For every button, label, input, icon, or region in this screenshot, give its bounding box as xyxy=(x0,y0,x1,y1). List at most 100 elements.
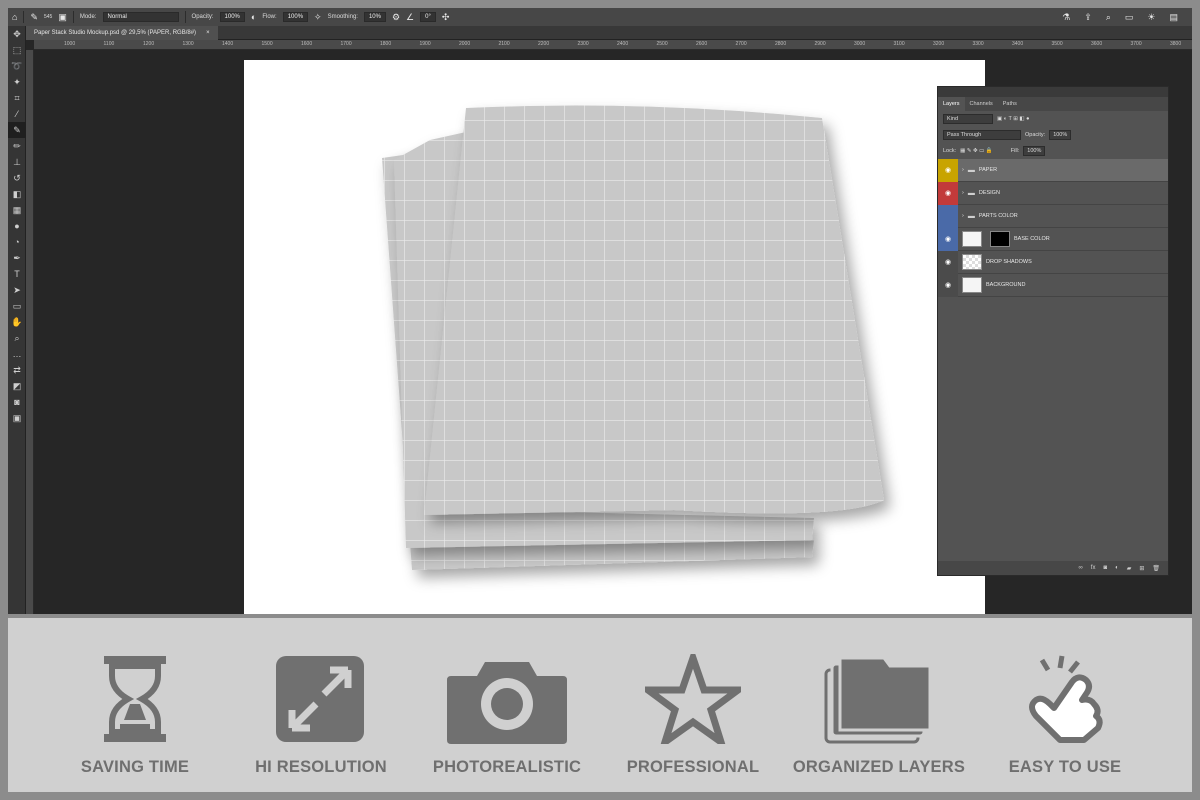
layer-row[interactable]: ◉ › ▬ DESIGN xyxy=(938,181,1168,205)
pen-tool-icon[interactable]: ✒ xyxy=(8,250,26,266)
visibility-eye-icon[interactable] xyxy=(938,204,958,228)
ruler-tick: 2800 xyxy=(775,41,787,47)
swap-colors-icon[interactable]: ⇄ xyxy=(8,362,26,378)
document-tabs: Paper Stack Studio Mockup.psd @ 29,5% (P… xyxy=(26,26,1192,40)
tab-layers[interactable]: Layers xyxy=(938,97,965,111)
screen-mode-icon[interactable]: ▣ xyxy=(8,410,26,426)
hand-tool-icon[interactable]: ✋ xyxy=(8,314,26,330)
new-layer-icon[interactable]: ⊞ xyxy=(1139,565,1144,572)
layer-row[interactable]: › ▬ PARTS COLOR xyxy=(938,204,1168,228)
type-tool-icon[interactable]: T xyxy=(8,266,26,282)
pencil-icon[interactable]: ✏ xyxy=(8,138,26,154)
path-select-icon[interactable]: ➤ xyxy=(8,282,26,298)
vertical-ruler[interactable] xyxy=(26,50,34,614)
brush-size[interactable]: 545 xyxy=(44,14,52,20)
brush-settings-icon[interactable]: ▣ xyxy=(58,12,67,23)
panel-menu-icon[interactable]: ▤ xyxy=(1169,12,1178,23)
magic-wand-icon[interactable]: ✦ xyxy=(8,74,26,90)
eyedropper-icon[interactable]: ⁄ xyxy=(8,106,26,122)
symmetry-icon[interactable]: ✣ xyxy=(442,12,450,23)
expand-icon xyxy=(276,656,364,742)
quick-mask-icon[interactable]: ◙ xyxy=(8,394,26,410)
visibility-eye-icon[interactable]: ◉ xyxy=(938,250,958,274)
trash-icon[interactable]: 🗑 xyxy=(1152,565,1160,572)
feature-label: EASY TO USE xyxy=(1008,758,1122,776)
visibility-eye-icon[interactable]: ◉ xyxy=(938,158,958,182)
layer-thumbnail xyxy=(962,277,982,293)
chevron-right-icon[interactable]: › xyxy=(962,213,964,219)
eraser-icon[interactable]: ◧ xyxy=(8,186,26,202)
filter-icons[interactable]: ▣ ◐ T ⊞ ◧ ● xyxy=(997,116,1029,122)
airbrush-icon[interactable]: ✧ xyxy=(314,12,322,23)
flow-input[interactable]: 100% xyxy=(282,12,309,22)
layer-list: ◉ › ▬ PAPER ◉ › ▬ DESIGN › ▬ PARTS COLOR ◉ BASE COLO… xyxy=(938,158,1168,297)
link-icon[interactable]: ∞ xyxy=(1079,565,1083,571)
horizontal-ruler[interactable]: 1000 1100 1200 1300 1400 1500 1600 1700 1800 1900… xyxy=(34,40,1192,50)
layer-row[interactable]: ◉ › ▬ PAPER xyxy=(938,158,1168,182)
workspace-icon[interactable]: ▭ xyxy=(1125,12,1134,23)
close-icon[interactable]: × xyxy=(206,30,210,36)
lock-icons[interactable]: ▦ ✎ ✥ ▭ 🔒 xyxy=(960,148,993,154)
lasso-tool-icon[interactable]: ➰ xyxy=(8,58,26,74)
gradient-tool-icon[interactable]: ▦ xyxy=(8,202,26,218)
gear-icon[interactable]: ⚙ xyxy=(392,12,400,23)
fx-icon[interactable]: fx xyxy=(1091,565,1096,571)
layer-opacity-input[interactable]: 100% xyxy=(1049,130,1072,140)
angle-icon: ∠ xyxy=(406,11,415,22)
document-canvas[interactable] xyxy=(244,60,985,614)
brightness-icon[interactable]: ☀ xyxy=(1147,12,1155,23)
tab-paths[interactable]: Paths xyxy=(998,97,1022,111)
mode-select[interactable]: Normal xyxy=(102,12,179,22)
move-tool-icon[interactable]: ✥ xyxy=(8,26,26,42)
opacity-input[interactable]: 100% xyxy=(219,12,245,22)
visibility-eye-icon[interactable]: ◉ xyxy=(938,273,958,297)
more-tools-icon[interactable]: … xyxy=(8,346,26,362)
brush-tool-icon[interactable]: ✎ xyxy=(30,12,38,23)
history-brush-icon[interactable]: ↺ xyxy=(8,170,26,186)
rectangle-tool-icon[interactable]: ▭ xyxy=(8,298,26,314)
brush-tool-icon[interactable]: ✎ xyxy=(8,122,26,138)
chevron-right-icon[interactable]: › xyxy=(962,190,964,196)
home-icon[interactable]: ⌂ xyxy=(12,12,17,22)
layer-thumbnail xyxy=(962,254,982,270)
smoothing-input[interactable]: 10% xyxy=(363,12,386,22)
stamp-tool-icon[interactable]: ⊥ xyxy=(8,154,26,170)
mask-icon[interactable]: ◙ xyxy=(1103,565,1107,571)
crop-tool-icon[interactable]: ⌗ xyxy=(8,90,26,106)
star-icon xyxy=(645,654,741,744)
layer-mask-thumbnail[interactable] xyxy=(990,231,1010,247)
ruler-tick: 3300 xyxy=(972,41,984,47)
visibility-eye-icon[interactable]: ◉ xyxy=(938,181,958,205)
ruler-tick: 3400 xyxy=(1012,41,1024,47)
ruler-tick: 2600 xyxy=(696,41,708,47)
visibility-eye-icon[interactable]: ◉ xyxy=(938,227,958,251)
document-tab[interactable]: Paper Stack Studio Mockup.psd @ 29,5% (P… xyxy=(26,26,218,40)
tab-channels[interactable]: Channels xyxy=(965,97,998,111)
marquee-tool-icon[interactable]: ⬚ xyxy=(8,42,26,58)
hourglass-icon xyxy=(104,656,166,742)
layer-row[interactable]: ◉ BASE COLOR xyxy=(938,227,1168,251)
chevron-right-icon[interactable]: › xyxy=(962,167,964,173)
color-swatch-icon[interactable]: ◩ xyxy=(8,378,26,394)
zoom-tool-icon[interactable]: ⌕ xyxy=(8,330,26,346)
ruler-tick: 2400 xyxy=(617,41,629,47)
layer-row[interactable]: ◉ DROP SHADOWS xyxy=(938,250,1168,274)
adjustment-icon[interactable]: ◐ xyxy=(1115,565,1119,571)
flask-icon[interactable]: ⚗ xyxy=(1062,12,1070,23)
blur-tool-icon[interactable]: ● xyxy=(8,218,26,234)
search-icon[interactable]: ⌕ xyxy=(1106,12,1111,23)
dodge-tool-icon[interactable]: ◔ xyxy=(8,234,26,250)
layer-row[interactable]: ◉ BACKGROUND xyxy=(938,273,1168,297)
fill-input[interactable]: 100% xyxy=(1023,146,1046,156)
pressure-opacity-icon[interactable]: ◐ xyxy=(251,12,256,22)
feature-hi-resolution: HI RESOLUTION xyxy=(226,618,416,792)
smoothing-label: Smoothing: xyxy=(327,14,358,20)
new-group-icon[interactable]: ▰ xyxy=(1127,565,1132,572)
feature-label: HI RESOLUTION xyxy=(255,758,387,776)
share-icon[interactable]: ⇪ xyxy=(1084,12,1092,23)
angle-input[interactable]: 0° xyxy=(420,12,436,22)
flow-label: Flow: xyxy=(262,14,277,20)
filter-kind-select[interactable]: Kind xyxy=(943,114,993,124)
blend-mode-select[interactable]: Pass Through xyxy=(943,130,1021,140)
feature-label: PROFESSIONAL xyxy=(626,758,760,776)
